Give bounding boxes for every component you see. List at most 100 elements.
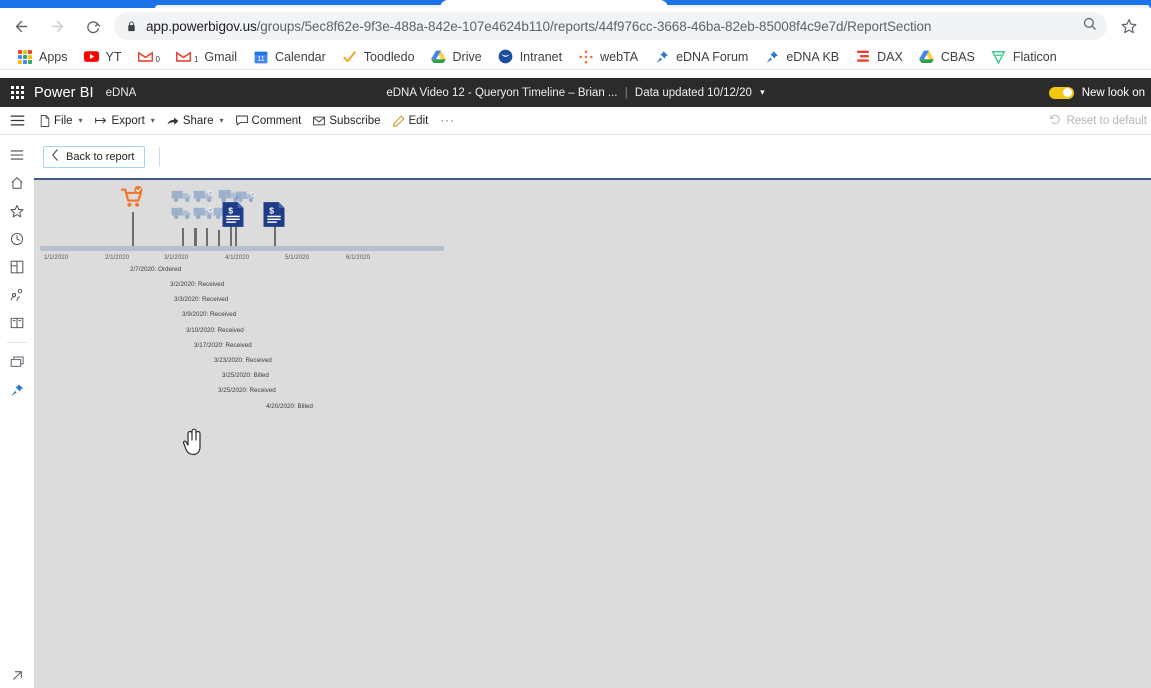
subscribe-button[interactable]: Subscribe	[307, 113, 386, 129]
invoice-document-icon[interactable]: $	[263, 202, 285, 232]
sidebar-item-workspaces[interactable]	[0, 309, 34, 337]
powerbi-brand[interactable]: Power BI	[34, 85, 94, 101]
active-browser-tab[interactable]	[440, 0, 668, 8]
axis-tick-label: 2/1/2020	[104, 254, 130, 261]
timeline-event-label[interactable]: 3/25/2020: Received	[218, 387, 276, 394]
sidebar-divider	[7, 342, 27, 343]
back-arrow-icon[interactable]	[6, 11, 36, 41]
hamburger-menu-icon[interactable]	[0, 114, 34, 127]
edit-label: Edit	[408, 114, 429, 127]
bookmark-label: Gmail	[204, 49, 238, 64]
timeline-event-label[interactable]: 3/25/2020: Billed	[222, 372, 269, 379]
file-icon	[40, 114, 50, 127]
share-menu-button[interactable]: Share ▾	[161, 113, 230, 129]
reset-to-default-button[interactable]: Reset to default	[1050, 107, 1147, 135]
bookmark-edna-kb[interactable]: eDNA KB	[757, 47, 846, 67]
timeline-event-label[interactable]: 3/9/2020: Received	[182, 311, 236, 318]
sidebar-item-expand[interactable]	[0, 669, 34, 682]
report-title: eDNA Video 12 - Queryon Timeline – Brian…	[386, 86, 618, 99]
forward-arrow-icon	[42, 11, 72, 41]
bookmark-label: eDNA KB	[786, 49, 840, 64]
sidebar-item-edna-pin[interactable]	[0, 376, 34, 404]
svg-text:$: $	[269, 206, 274, 216]
dax-bars-icon	[855, 49, 871, 65]
address-bar[interactable]: app.powerbigov.us/groups/5ec8f62e-9f3e-4…	[114, 12, 1107, 40]
bookmark-yt[interactable]: YT	[77, 47, 129, 67]
mouse-hand-cursor	[182, 428, 204, 456]
timeline-event-label[interactable]: 4/20/2020: Billed	[266, 403, 313, 410]
sidebar-item-recent[interactable]	[0, 225, 34, 253]
bookmark-drive[interactable]: Drive	[424, 47, 489, 67]
edit-pencil-icon	[392, 114, 405, 127]
sidebar-item-my-workspace[interactable]	[0, 348, 34, 376]
event-stem	[182, 228, 184, 246]
webta-dots-icon	[578, 49, 594, 65]
axis-tick-label: 6/1/2020	[345, 254, 371, 261]
export-menu-button[interactable]: Export ▾	[89, 113, 161, 129]
new-look-toggle-group[interactable]: New look on	[1048, 78, 1151, 107]
timeline-event-label[interactable]: 3/17/2020: Received	[194, 342, 252, 349]
sidebar-item-apps[interactable]	[0, 253, 34, 281]
timeline-event-label[interactable]: 3/3/2020: Received	[174, 296, 228, 303]
overflow-menu-button[interactable]: ···	[434, 113, 461, 129]
powerbi-header: Power BI eDNA eDNA Video 12 - Queryon Ti…	[0, 78, 1151, 107]
sidebar-item-nav-toggle[interactable]	[0, 141, 34, 169]
export-label: Export	[111, 114, 145, 127]
bookmark-apps[interactable]: Apps	[10, 47, 75, 67]
new-look-toggle[interactable]	[1048, 86, 1074, 99]
axis-tick-label: 4/1/2020	[224, 254, 250, 261]
invoice-document-icon[interactable]: $	[222, 202, 244, 232]
timeline-event-label[interactable]: 3/10/2020: Received	[186, 327, 244, 334]
share-label: Share	[182, 114, 214, 127]
report-title-bar: eDNA Video 12 - Queryon Timeline – Brian…	[0, 87, 1151, 99]
zoom-search-icon[interactable]	[1082, 16, 1097, 36]
bookmark-dax[interactable]: DAX	[848, 47, 910, 67]
sidebar-item-shared-with-me[interactable]	[0, 281, 34, 309]
sidebar-item-home[interactable]	[0, 169, 34, 197]
powerbi-left-nav	[0, 135, 34, 688]
timeline-axis	[40, 246, 444, 251]
comment-button[interactable]: Comment	[230, 113, 308, 129]
bookmark-toodledo[interactable]: Toodledo	[335, 47, 422, 67]
bookmark-label: DAX	[877, 49, 903, 64]
chevron-down-icon[interactable]: ▾	[760, 87, 765, 98]
browser-toolbar: app.powerbigov.us/groups/5ec8f62e-9f3e-4…	[0, 8, 1151, 44]
youtube-icon	[84, 49, 100, 65]
bookmark-calendar[interactable]: 11 Calendar	[246, 47, 333, 67]
report-action-bar: File ▾ Export ▾ Share ▾ Comment Subscrib…	[0, 107, 1151, 135]
comment-icon	[235, 115, 248, 126]
timeline-visual[interactable]: 1/1/2020 2/1/2020 3/1/2020 4/1/2020 5/1/…	[34, 180, 444, 456]
file-menu-button[interactable]: File ▾	[34, 113, 89, 129]
axis-tick-label: 3/1/2020	[163, 254, 189, 261]
chevron-down-icon: ▾	[150, 116, 155, 125]
edit-button[interactable]: Edit	[387, 113, 435, 129]
bookmark-gmail[interactable]: 1 Gmail	[169, 47, 244, 67]
reload-icon[interactable]	[78, 11, 108, 41]
bookmark-cbas[interactable]: CBAS	[912, 47, 982, 67]
gmail-icon-1	[176, 49, 192, 65]
bookmark-webta[interactable]: webTA	[571, 47, 645, 67]
timeline-event-label[interactable]: 2/7/2020: Ordered	[130, 266, 181, 273]
checkmark-icon	[342, 49, 358, 65]
bookmark-label: Apps	[39, 49, 68, 64]
bookmark-gmail-0[interactable]: 0	[130, 47, 166, 67]
bookmark-edna-forum[interactable]: eDNA Forum	[647, 47, 755, 67]
shopping-cart-check-icon[interactable]	[120, 185, 143, 215]
delivery-truck-icon[interactable]	[171, 205, 193, 226]
bookmark-star-icon[interactable]	[1115, 12, 1143, 40]
delivery-truck-icon[interactable]	[193, 205, 215, 226]
bookmark-label: CBAS	[940, 49, 975, 64]
event-stem	[218, 230, 220, 246]
timeline-event-label[interactable]: 3/23/2020: Received	[214, 357, 272, 364]
noaa-shield-icon	[498, 49, 514, 65]
bookmark-flaticon[interactable]: Flaticon	[984, 47, 1064, 67]
app-launcher-icon[interactable]	[0, 86, 34, 99]
workspace-name[interactable]: eDNA	[106, 87, 137, 99]
blue-pin-icon	[764, 49, 780, 65]
bookmark-label: eDNA Forum	[676, 49, 749, 64]
back-to-report-button[interactable]: Back to report	[43, 145, 146, 168]
export-icon	[94, 115, 108, 126]
sidebar-item-favorites[interactable]	[0, 197, 34, 225]
timeline-event-label[interactable]: 3/2/2020: Received	[170, 281, 224, 288]
bookmark-intranet[interactable]: Intranet	[491, 47, 569, 67]
